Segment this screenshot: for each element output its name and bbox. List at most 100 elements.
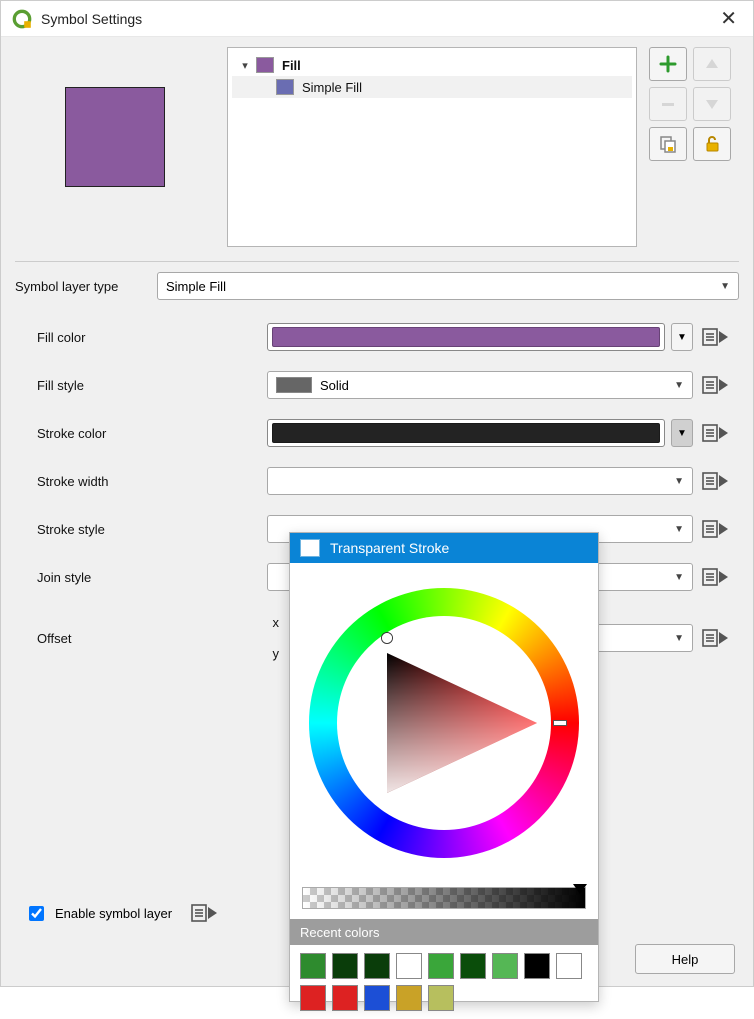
close-icon[interactable]: ✕ xyxy=(714,6,743,31)
stroke-color-data-defined-button[interactable] xyxy=(699,419,731,447)
symbol-layer-type-select[interactable]: Simple Fill ▼ xyxy=(157,272,739,300)
alpha-slider[interactable] xyxy=(302,887,586,909)
recent-color-chip[interactable] xyxy=(300,985,326,1011)
minus-icon xyxy=(660,96,676,112)
fill-style-select[interactable]: Solid ▼ xyxy=(267,371,693,399)
titlebar: Symbol Settings ✕ xyxy=(1,1,753,37)
enable-symbol-layer-label: Enable symbol layer xyxy=(55,906,172,921)
tree-row-simple-fill[interactable]: Simple Fill xyxy=(232,76,632,98)
tree-chip-fill xyxy=(256,57,274,73)
fill-color-button[interactable] xyxy=(267,323,665,351)
tree-toggle-icon[interactable]: ▾ xyxy=(238,59,252,72)
add-symbol-layer-button[interactable] xyxy=(649,47,687,81)
recent-color-chip[interactable] xyxy=(364,953,390,979)
divider xyxy=(15,261,739,262)
data-defined-icon xyxy=(702,327,728,347)
sv-triangle[interactable] xyxy=(352,623,552,823)
sv-marker[interactable] xyxy=(382,633,392,643)
fill-color-data-defined-button[interactable] xyxy=(699,323,731,351)
stroke-color-sample xyxy=(272,423,660,443)
recent-color-chip[interactable] xyxy=(332,985,358,1011)
data-defined-icon xyxy=(191,903,217,923)
tree-label-simple-fill: Simple Fill xyxy=(302,80,362,95)
color-wheel-area[interactable] xyxy=(290,563,598,883)
symbol-layer-type-row: Symbol layer type Simple Fill ▼ xyxy=(15,272,739,300)
fill-style-row: Fill style Solid ▼ xyxy=(37,370,731,400)
offset-label: Offset xyxy=(37,631,267,646)
offset-data-defined-button[interactable] xyxy=(699,624,731,652)
recent-colors-grid xyxy=(290,945,598,1019)
recent-color-chip[interactable] xyxy=(332,953,358,979)
stroke-color-dropdown[interactable]: ▼ xyxy=(671,419,693,447)
dialog-body: ▾ Fill Simple Fill xyxy=(1,37,753,986)
chevron-down-icon: ▼ xyxy=(720,281,730,292)
move-up-button[interactable] xyxy=(693,47,731,81)
join-style-data-defined-button[interactable] xyxy=(699,563,731,591)
fill-color-label: Fill color xyxy=(37,330,267,345)
recent-color-chip[interactable] xyxy=(428,985,454,1011)
symbol-layer-side-buttons xyxy=(649,47,739,161)
duplicate-symbol-layer-button[interactable] xyxy=(649,127,687,161)
stroke-color-row: Stroke color ▼ xyxy=(37,418,731,448)
tree-row-fill[interactable]: ▾ Fill xyxy=(232,54,632,76)
offset-y-label: y xyxy=(273,646,280,661)
stroke-color-label: Stroke color xyxy=(37,426,267,441)
fill-color-sample xyxy=(272,327,660,347)
popup-header-label: Transparent Stroke xyxy=(330,540,449,556)
data-defined-icon xyxy=(702,628,728,648)
stroke-style-data-defined-button[interactable] xyxy=(699,515,731,543)
recent-color-chip[interactable] xyxy=(524,953,550,979)
fill-color-dropdown[interactable]: ▼ xyxy=(671,323,693,351)
chevron-down-icon: ▼ xyxy=(674,380,684,391)
recent-colors-header: Recent colors xyxy=(290,919,598,945)
offset-x-label: x xyxy=(273,615,280,630)
chevron-down-icon: ▼ xyxy=(674,572,684,583)
lock-symbol-layer-button[interactable] xyxy=(693,127,731,161)
popup-transparent-header[interactable]: Transparent Stroke xyxy=(290,533,598,563)
transparent-chip-icon xyxy=(300,539,320,557)
tree-label-fill: Fill xyxy=(282,58,301,73)
data-defined-icon xyxy=(702,519,728,539)
recent-color-chip[interactable] xyxy=(300,953,326,979)
symbol-preview-row: ▾ Fill Simple Fill xyxy=(15,47,739,247)
alpha-handle-icon[interactable] xyxy=(573,884,587,894)
remove-symbol-layer-button[interactable] xyxy=(649,87,687,121)
stroke-color-popup[interactable]: Transparent Stroke xyxy=(289,532,599,1002)
enable-symbol-layer-checkbox[interactable] xyxy=(29,906,44,921)
chevron-down-icon: ▼ xyxy=(677,428,687,439)
fill-style-data-defined-button[interactable] xyxy=(699,371,731,399)
data-defined-icon xyxy=(702,471,728,491)
stroke-style-label: Stroke style xyxy=(37,522,267,537)
recent-color-chip[interactable] xyxy=(428,953,454,979)
dialog-buttons: Help xyxy=(635,944,735,974)
recent-color-chip[interactable] xyxy=(460,953,486,979)
recent-color-chip[interactable] xyxy=(396,985,422,1011)
recent-color-chip[interactable] xyxy=(396,953,422,979)
plus-icon xyxy=(659,55,677,73)
help-button-label: Help xyxy=(672,952,699,967)
stroke-width-label: Stroke width xyxy=(37,474,267,489)
recent-color-chip[interactable] xyxy=(364,985,390,1011)
recent-color-chip[interactable] xyxy=(492,953,518,979)
hue-marker[interactable] xyxy=(553,720,567,726)
move-down-button[interactable] xyxy=(693,87,731,121)
symbol-settings-window: Symbol Settings ✕ ▾ Fill Simple Fill xyxy=(0,0,754,987)
fill-color-row: Fill color ▼ xyxy=(37,322,731,352)
symbol-layer-type-value: Simple Fill xyxy=(166,279,226,294)
join-style-label: Join style xyxy=(37,570,267,585)
recent-color-chip[interactable] xyxy=(556,953,582,979)
fill-style-swatch xyxy=(276,377,312,393)
chevron-down-icon: ▼ xyxy=(674,476,684,487)
unlock-icon xyxy=(703,135,721,153)
symbol-layer-tree[interactable]: ▾ Fill Simple Fill xyxy=(227,47,637,247)
symbol-preview-area xyxy=(15,47,215,187)
chevron-down-icon: ▼ xyxy=(677,332,687,343)
stroke-width-row: Stroke width ▼ xyxy=(37,466,731,496)
enable-symbol-layer-row: Enable symbol layer xyxy=(25,899,220,927)
help-button[interactable]: Help xyxy=(635,944,735,974)
stroke-width-data-defined-button[interactable] xyxy=(699,467,731,495)
enable-symbol-layer-data-defined-button[interactable] xyxy=(188,899,220,927)
stroke-width-input[interactable]: ▼ xyxy=(267,467,693,495)
stroke-color-button[interactable] xyxy=(267,419,665,447)
recent-colors-label: Recent colors xyxy=(300,925,379,940)
